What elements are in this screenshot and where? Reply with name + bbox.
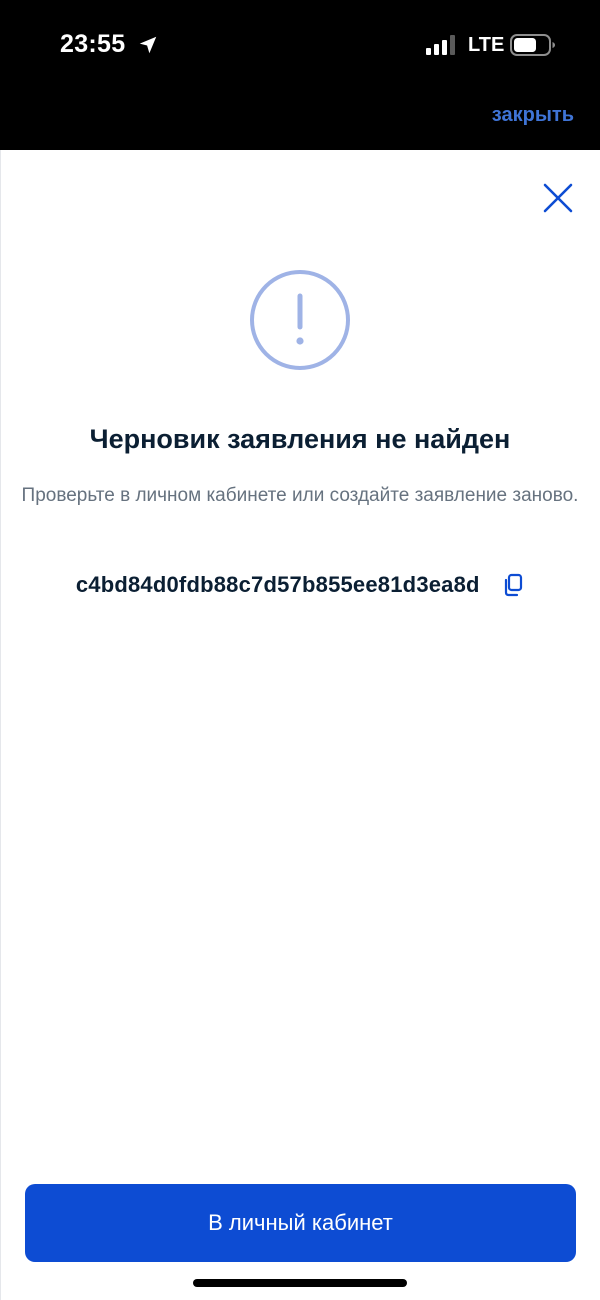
close-icon[interactable]: [538, 178, 578, 218]
close-link[interactable]: закрыть: [492, 104, 574, 127]
page-subtitle: Проверьте в личном кабинете или создайте…: [21, 485, 579, 506]
signal-icon: [426, 35, 455, 55]
copy-icon[interactable]: [502, 573, 524, 597]
page-title: Черновик заявления не найден: [89, 424, 511, 454]
status-bar: 23:55 LTE: [0, 0, 600, 100]
warning-circle-icon: [250, 270, 350, 370]
battery-icon: [510, 34, 555, 56]
personal-account-button[interactable]: В личный кабинет: [25, 1184, 576, 1262]
status-time: 23:55: [60, 30, 126, 58]
draft-id-row: c4bd84d0fdb88c7d57b855ee81d3ea8d: [0, 572, 600, 598]
home-indicator: [193, 1279, 407, 1287]
location-arrow-icon: [139, 36, 157, 54]
network-type: LTE: [468, 34, 505, 56]
draft-id: c4bd84d0fdb88c7d57b855ee81d3ea8d: [75, 572, 480, 597]
